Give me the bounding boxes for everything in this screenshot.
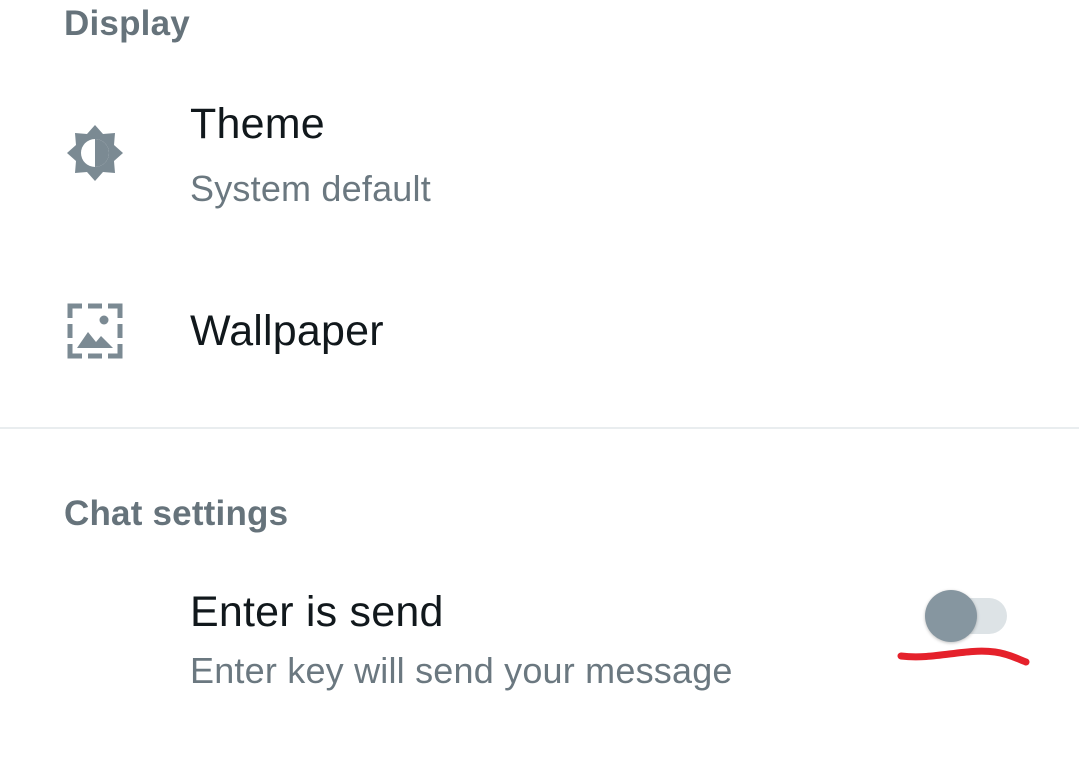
wallpaper-setting-row[interactable] xyxy=(0,260,1079,410)
theme-setting-row[interactable] xyxy=(0,80,1079,245)
theme-title: Theme xyxy=(190,100,325,148)
display-section-header: Display xyxy=(64,4,190,43)
red-underline-annotation xyxy=(897,647,1030,666)
enter-is-send-title: Enter is send xyxy=(190,588,444,636)
enter-is-send-description: Enter key will send your message xyxy=(190,650,733,691)
section-divider xyxy=(0,427,1079,429)
theme-value: System default xyxy=(190,168,431,209)
wallpaper-icon xyxy=(64,300,126,362)
brightness-icon xyxy=(64,122,126,184)
wallpaper-title: Wallpaper xyxy=(190,307,384,355)
toggle-knob xyxy=(925,590,977,642)
chat-settings-section-header: Chat settings xyxy=(64,494,289,533)
enter-is-send-toggle[interactable] xyxy=(925,590,1011,642)
